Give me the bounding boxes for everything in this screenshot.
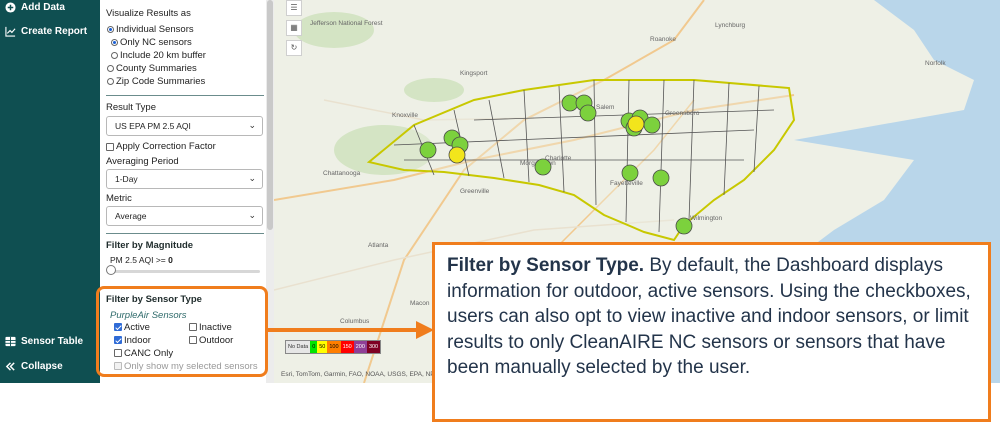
sensor-marker[interactable] (579, 104, 597, 122)
legend-item: 300 (366, 341, 381, 353)
screenshot-root: { "nav": { "add_data": "Add Data", "crea… (0, 0, 1000, 430)
callout-arrow (268, 321, 434, 339)
sensor-marker[interactable] (534, 158, 552, 176)
sensor-marker[interactable] (675, 217, 693, 235)
legend-item: 50 (317, 341, 328, 353)
sensor-marker[interactable] (419, 141, 437, 159)
sensor-marker[interactable] (621, 164, 639, 182)
legend-item: No Data (286, 341, 311, 353)
legend-item: 100 (327, 341, 341, 353)
callout-box: Filter by Sensor Type. By default, the D… (432, 242, 991, 422)
sensor-marker[interactable] (561, 94, 579, 112)
map-attribution: Esri, TomTom, Garmin, FAO, NOAA, USGS, E… (281, 371, 439, 378)
sensor-marker-moderate[interactable] (448, 146, 466, 164)
sensor-marker[interactable] (643, 116, 661, 134)
legend-item: 200 (353, 341, 367, 353)
legend-item: 0 (310, 341, 318, 353)
aqi-legend: No Data 0 50 100 150 200 300 (285, 340, 382, 354)
sensor-marker[interactable] (652, 169, 670, 187)
callout-title: Filter by Sensor Type. (447, 255, 645, 276)
sensor-marker-moderate[interactable] (627, 115, 645, 133)
legend-item: 150 (340, 341, 354, 353)
